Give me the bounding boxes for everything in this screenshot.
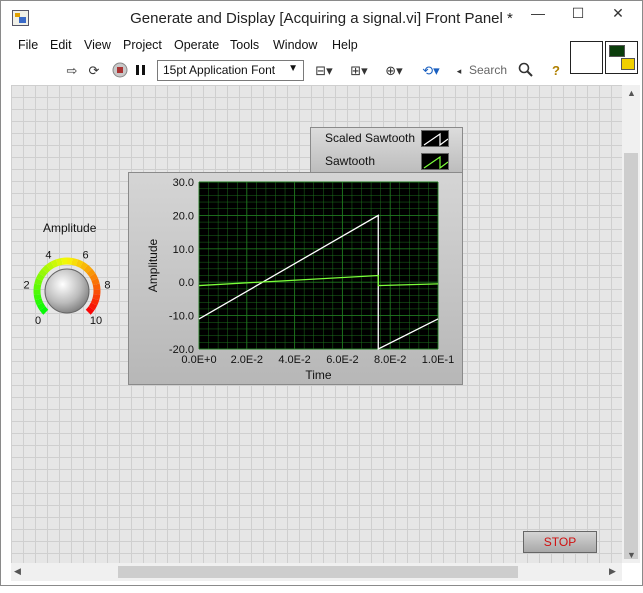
knob-tick-label: 8	[104, 280, 110, 292]
minimize-button[interactable]: —	[523, 3, 553, 25]
knob-scale-segment	[89, 273, 98, 281]
menu-edit[interactable]: Edit	[50, 38, 72, 52]
scroll-down-icon[interactable]: ▼	[627, 550, 636, 560]
chevron-down-icon: ▼	[288, 63, 298, 74]
legend-swatch-scaled-sawtooth[interactable]	[421, 130, 449, 147]
knob-scale-segment	[92, 293, 101, 301]
knob-scale-segment	[86, 268, 96, 277]
menu-window[interactable]: Window	[273, 38, 317, 52]
menu-project[interactable]: Project	[123, 38, 162, 52]
knob-scale-segment	[33, 283, 42, 290]
menu-bar: File Edit View Project Operate Tools Win…	[1, 35, 566, 57]
knob-scale-segment	[55, 257, 63, 267]
y-tick-label: 0.0	[179, 277, 194, 289]
help-icon[interactable]: ?	[547, 62, 565, 80]
reorder-icon[interactable]: ⟲▾	[419, 62, 443, 80]
stop-button[interactable]: STOP	[523, 531, 597, 553]
maximize-button[interactable]: ☐	[563, 3, 593, 25]
legend-item[interactable]: Scaled Sawtooth	[311, 128, 464, 151]
search-icon[interactable]	[517, 62, 535, 80]
knob-tick-label: 2	[23, 280, 29, 292]
knob-scale-segment	[83, 264, 92, 274]
knob-scale-segment	[34, 278, 43, 286]
knob-scale-segment	[46, 261, 55, 271]
knob-tick-label: 10	[90, 315, 102, 327]
resize-icon[interactable]: ⊕▾	[382, 62, 406, 80]
knob-scale-segment	[42, 264, 51, 274]
distribute-icon[interactable]: ⊞▾	[347, 62, 371, 80]
knob-scale-segment	[92, 283, 101, 290]
font-selector[interactable]: 15pt Application Font ▼	[157, 60, 304, 81]
labview-window: Generate and Display [Acquiring a signal…	[0, 0, 643, 586]
y-tick-label: 30.0	[173, 177, 194, 189]
x-tick-label: 2.0E-2	[231, 354, 263, 366]
menu-tools[interactable]: Tools	[230, 38, 259, 52]
run-arrow-icon[interactable]: ⇨	[63, 62, 81, 80]
x-axis-label: Time	[305, 368, 332, 382]
vertical-scroll-thumb[interactable]	[624, 153, 638, 559]
abort-icon[interactable]	[111, 62, 129, 80]
knob-scale-segment	[36, 273, 45, 281]
plot-area[interactable]	[199, 182, 438, 349]
menu-help[interactable]: Help	[332, 38, 358, 52]
knob-scale-segment	[71, 257, 79, 267]
scroll-left-icon[interactable]: ◀	[14, 566, 21, 577]
legend-label: Scaled Sawtooth	[325, 131, 416, 145]
vertical-scrollbar[interactable]: ▲ ▼	[622, 85, 640, 563]
knob-scale-segment	[36, 302, 46, 311]
chevron-left-icon[interactable]: ◂	[454, 62, 464, 80]
y-tick-label: 20.0	[173, 210, 194, 222]
legend-label: Sawtooth	[325, 154, 376, 168]
knob-scale-segment	[75, 259, 84, 268]
legend-swatch-sawtooth[interactable]	[421, 153, 449, 170]
scroll-right-icon[interactable]: ▶	[609, 566, 616, 577]
knob-tick-label: 4	[45, 249, 51, 261]
knob-scale-segment	[88, 302, 98, 311]
connector-pane[interactable]	[570, 41, 603, 74]
knob-dial[interactable]	[44, 268, 90, 314]
vi-icon[interactable]	[605, 41, 638, 74]
legend-item[interactable]: Sawtooth	[311, 151, 464, 174]
knob-scale-segment	[79, 261, 88, 271]
knob-scale-segment	[39, 306, 49, 315]
y-tick-label: -10.0	[169, 311, 194, 323]
menu-file[interactable]: File	[18, 38, 38, 52]
y-axis-label: Amplitude	[146, 239, 160, 293]
horizontal-scrollbar[interactable]: ◀ ▶	[11, 563, 622, 581]
waveform-plot-svg[interactable]: 0.0E+0 2.0E-2 4.0E-2 6.0E-2 8.0E-2 1.0E-130.0…	[129, 173, 464, 386]
y-tick-label: -20.0	[169, 344, 194, 356]
menu-view[interactable]: View	[84, 38, 111, 52]
title-bar: Generate and Display [Acquiring a signal…	[1, 1, 642, 35]
knob-scale-segment	[33, 293, 42, 301]
amplitude-knob[interactable]: 0 2 4 6 8 10	[23, 243, 113, 333]
x-tick-label: 8.0E-2	[374, 354, 406, 366]
knob-scale-segment	[50, 259, 59, 268]
knob-scale-segment	[91, 278, 100, 286]
knob-scale-segment	[90, 298, 100, 306]
knob-scale-segment	[85, 306, 95, 315]
knob-scale-segment	[38, 268, 48, 277]
x-tick-label: 4.0E-2	[278, 354, 310, 366]
horizontal-scroll-thumb[interactable]	[118, 566, 518, 578]
toolbar: ⇨ ⟳ 15pt Application Font ▼ ⊟▾ ⊞▾ ⊕▾ ⟲▾ …	[1, 57, 566, 85]
background-page-strip	[0, 586, 643, 593]
font-selector-value: 15pt Application Font	[163, 63, 276, 77]
x-tick-label: 6.0E-2	[326, 354, 358, 366]
align-icon[interactable]: ⊟▾	[312, 62, 336, 80]
plot-legend[interactable]: Scaled Sawtooth Sawtooth	[310, 127, 463, 173]
y-tick-label: 10.0	[173, 244, 194, 256]
knob-tick-label: 0	[35, 315, 41, 327]
close-button[interactable]: ✕	[603, 3, 633, 25]
pause-icon[interactable]	[132, 62, 150, 80]
knob-tick-label: 6	[83, 249, 89, 261]
scroll-up-icon[interactable]: ▲	[627, 88, 636, 98]
x-tick-label: 1.0E-1	[422, 354, 454, 366]
knob-label: Amplitude	[43, 221, 97, 235]
waveform-graph[interactable]: 0.0E+0 2.0E-2 4.0E-2 6.0E-2 8.0E-2 1.0E-1 30.0…	[128, 172, 463, 385]
knob-scale-segment	[34, 298, 44, 306]
run-continuous-icon[interactable]: ⟳	[85, 62, 103, 80]
menu-operate[interactable]: Operate	[174, 38, 219, 52]
